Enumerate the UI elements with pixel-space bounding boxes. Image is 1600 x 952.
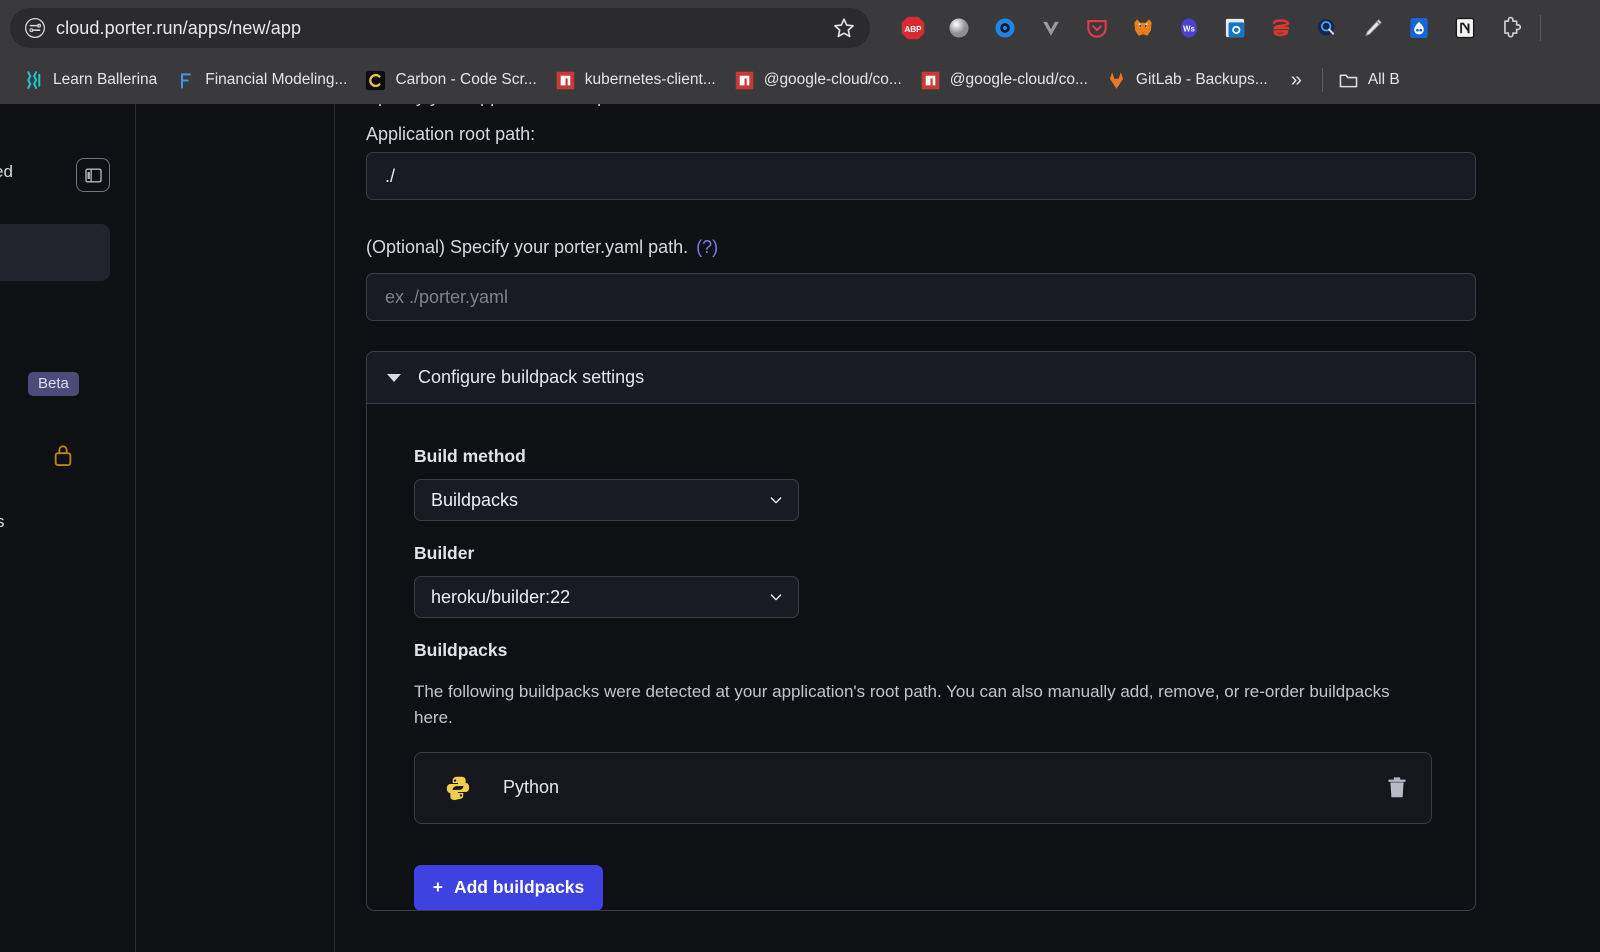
caret-down-icon[interactable] xyxy=(387,373,401,382)
buildpack-panel-title: Configure buildpack settings xyxy=(418,367,645,387)
help-link[interactable]: (?) xyxy=(696,237,718,257)
browser-chrome: cloud.porter.run/apps/new/app ABP Ws Lea… xyxy=(0,0,1600,104)
url-text[interactable]: cloud.porter.run/apps/new/app xyxy=(56,18,832,39)
blue-app-extension-icon[interactable] xyxy=(1396,0,1442,56)
bookmark-item[interactable]: GitLab - Backups... xyxy=(1097,56,1277,104)
address-bar[interactable]: cloud.porter.run/apps/new/app xyxy=(10,8,870,48)
porter-yaml-label-text: (Optional) Specify your porter.yaml path… xyxy=(366,237,689,257)
add-buildpacks-button[interactable]: + Add buildpacks xyxy=(414,864,603,910)
financial-modeling-favicon xyxy=(181,72,192,89)
app-sidebar: ed Beta s xyxy=(0,104,135,952)
extensions-puzzle-icon[interactable] xyxy=(1488,0,1534,56)
buildpack-name: Python xyxy=(503,777,560,798)
screenshot-camera-icon[interactable] xyxy=(1212,0,1258,56)
chevron-down-icon xyxy=(770,497,782,504)
grey-sphere-extension-icon[interactable] xyxy=(936,0,982,56)
express-vpn-icon[interactable] xyxy=(1258,0,1304,56)
bookmarks-divider xyxy=(1321,68,1323,92)
sidebar-panel-toggle-icon[interactable] xyxy=(76,158,110,192)
adblock-plus-icon[interactable]: ABP xyxy=(890,0,936,56)
bookmark-label: Carbon - Code Scr... xyxy=(395,71,537,88)
toolbar-separator xyxy=(1540,15,1541,41)
page-info-icon[interactable] xyxy=(22,15,48,41)
scrollbar[interactable] xyxy=(1592,104,1600,952)
sidebar-clipped-bottom-label: s xyxy=(0,512,5,531)
notion-web-clipper-icon[interactable] xyxy=(1442,0,1488,56)
svg-text:ABP: ABP xyxy=(904,25,922,34)
sidebar-clipped-label: ed xyxy=(0,162,13,181)
buildpack-list-item[interactable]: Python xyxy=(414,751,1432,824)
buildpack-panel-body: Build method Buildpacks Builder heroku/b… xyxy=(367,404,1475,910)
build-method-label: Build method xyxy=(414,446,526,466)
porter-yaml-label: (Optional) Specify your porter.yaml path… xyxy=(366,237,718,258)
pocket-extension-icon[interactable] xyxy=(1074,0,1120,56)
npm-favicon xyxy=(921,71,940,89)
bookmark-label: GitLab - Backups... xyxy=(1135,71,1268,88)
bookmark-label: @google-cloud/co... xyxy=(763,71,902,88)
bookmarks-overflow-button[interactable]: » xyxy=(1277,56,1316,104)
build-method-value: Buildpacks xyxy=(431,489,519,510)
add-buildpacks-label: Add buildpacks xyxy=(453,877,585,898)
bookmark-item[interactable]: Learn Ballerina xyxy=(14,56,166,104)
gitlab-favicon xyxy=(1109,71,1123,89)
bookmark-label: kubernetes-client... xyxy=(584,71,716,88)
buildpacks-label: Buildpacks xyxy=(414,640,508,660)
sidebar-item-selected[interactable] xyxy=(0,224,110,281)
buildpack-settings-panel: Configure buildpack settings Build metho… xyxy=(366,351,1476,911)
ballerina-favicon xyxy=(27,70,41,89)
build-method-select[interactable]: Buildpacks xyxy=(414,479,799,521)
bookmark-label: Financial Modeling... xyxy=(205,71,348,88)
porter-yaml-input[interactable]: ex ./porter.yaml xyxy=(366,273,1476,321)
bookmark-item[interactable]: kubernetes-client... xyxy=(546,56,725,104)
carbon-favicon xyxy=(366,70,386,90)
status-badge: Beta xyxy=(28,372,79,396)
bookmark-item[interactable]: Carbon - Code Scr... xyxy=(356,56,545,104)
root-path-label: Application root path: xyxy=(366,124,536,144)
npm-favicon xyxy=(556,71,574,89)
bookmark-label: Learn Ballerina xyxy=(53,71,158,88)
star-icon[interactable] xyxy=(832,16,856,40)
npm-favicon xyxy=(735,71,753,89)
chevron-down-icon xyxy=(770,594,782,601)
svg-text:Ws: Ws xyxy=(1183,24,1195,33)
blue-circle-extension-icon[interactable] xyxy=(982,0,1028,56)
sidebar-divider xyxy=(135,104,136,952)
bookmark-item[interactable]: Financial Modeling... xyxy=(166,56,356,104)
buildpack-panel-header[interactable]: Configure buildpack settings xyxy=(367,352,1475,404)
plus-icon: + xyxy=(432,877,443,898)
folder-icon xyxy=(1339,73,1358,87)
wappalyzer-icon[interactable]: Ws xyxy=(1166,0,1212,56)
main-content: Specify your application root path. Appl… xyxy=(335,104,1600,952)
all-bookmarks-label: All B xyxy=(1367,71,1400,88)
trash-icon[interactable] xyxy=(1387,776,1407,800)
builder-value: heroku/builder:22 xyxy=(431,586,571,607)
metamask-fox-icon[interactable] xyxy=(1120,0,1166,56)
root-path-input[interactable]: ./ xyxy=(366,152,1476,200)
buildpacks-description: The following buildpacks were detected a… xyxy=(414,682,1390,727)
search-magnifier-extension-icon[interactable] xyxy=(1304,0,1350,56)
bookmark-item[interactable]: @google-cloud/co... xyxy=(911,56,1097,104)
bookmark-item[interactable]: @google-cloud/co... xyxy=(725,56,911,104)
bookmarks-bar: Learn Ballerina Financial Modeling... Ca… xyxy=(0,56,1600,104)
extensions-strip: ABP Ws xyxy=(890,0,1547,56)
page-viewport: ed Beta s Specify your application root … xyxy=(0,104,1600,952)
eyedropper-extension-icon[interactable] xyxy=(1350,0,1396,56)
builder-label: Builder xyxy=(414,543,475,563)
grey-v-extension-icon[interactable] xyxy=(1028,0,1074,56)
builder-select[interactable]: heroku/builder:22 xyxy=(414,576,799,618)
lock-icon xyxy=(52,442,74,468)
bookmark-label: @google-cloud/co... xyxy=(949,71,1088,88)
clipped-heading: Specify your application root path. xyxy=(366,104,926,116)
all-bookmarks-button[interactable]: All B xyxy=(1329,56,1409,104)
python-logo-icon xyxy=(446,776,470,800)
